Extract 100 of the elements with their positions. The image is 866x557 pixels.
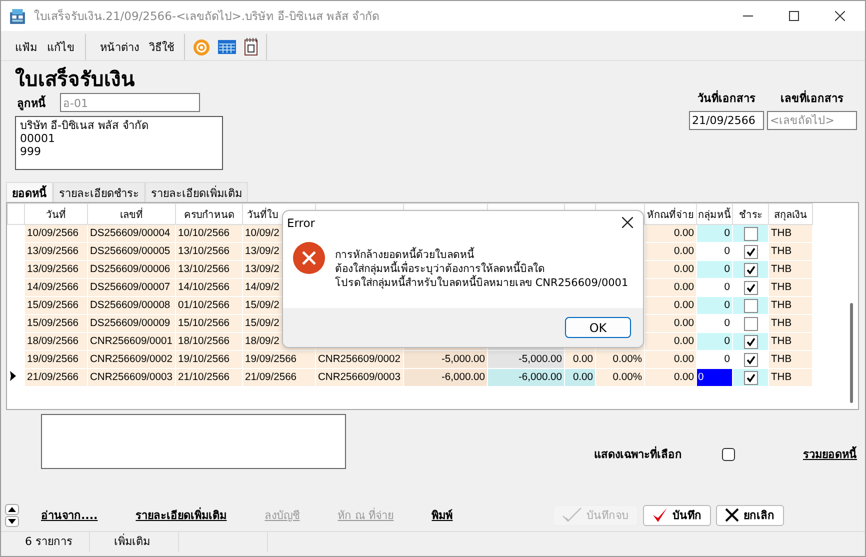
table-cell: 21/09/2566 xyxy=(24,368,88,386)
doc-number-field[interactable]: <เลขถัดไป> xyxy=(767,111,857,130)
table-cell: DS256609/00005 xyxy=(88,242,176,260)
action-button[interactable]: ยกเลิก xyxy=(716,504,784,526)
table-cell: 0.00 xyxy=(644,278,696,296)
table-cell: 0.00% xyxy=(596,350,644,368)
link[interactable]: รายละเอียดเพิ่มเติม xyxy=(136,506,227,524)
table-cell: DS256609/00009 xyxy=(88,314,176,332)
table-cell: 21/09/2566 xyxy=(242,368,316,386)
table-cell: 0.00 xyxy=(644,368,696,386)
table-cell: CNR256609/0002 xyxy=(88,350,176,368)
table-cell: THB xyxy=(768,368,812,386)
tab[interactable]: รายละเอียดชำระ xyxy=(53,182,145,202)
table-cell: THB xyxy=(768,332,812,350)
checkbox[interactable] xyxy=(744,352,758,366)
link[interactable]: พิมพ์ xyxy=(432,506,453,524)
table-cell: 0 xyxy=(696,260,732,278)
menu-item[interactable]: แฟ้ม xyxy=(15,38,37,56)
scroll-down-button[interactable] xyxy=(5,516,19,526)
table-cell: 19/09/2566 xyxy=(242,350,316,368)
table-cell: DS256609/00007 xyxy=(88,278,176,296)
table-cell: THB xyxy=(768,350,812,368)
total-link[interactable]: รวมยอดหนี้ xyxy=(803,445,857,463)
check-icon xyxy=(652,507,668,523)
scroll-up-button[interactable] xyxy=(5,504,19,514)
tab[interactable]: ยอดหนี้ xyxy=(6,182,53,202)
checkbox[interactable] xyxy=(744,316,758,330)
cross-icon xyxy=(724,508,739,522)
table-cell: -6,000.00 xyxy=(404,368,488,386)
maximize-icon[interactable] xyxy=(789,11,799,21)
status-text: เพิ่มเติม xyxy=(90,532,179,552)
memo-field[interactable] xyxy=(41,414,346,469)
table-cell: THB xyxy=(768,224,812,242)
column-header: หักณที่จ่าย xyxy=(644,204,696,224)
error-message: โปรดใส่กลุ่มหนี้สำหรับใบลดหนี้บิลหมายเลข CNR256609/0001 xyxy=(335,276,628,290)
app-icon xyxy=(9,8,26,24)
table-cell: 0.00 xyxy=(644,224,696,242)
table-cell: 13/09/2566 xyxy=(24,242,88,260)
address-line: 00001 xyxy=(20,132,56,145)
table-cell: 0 xyxy=(696,296,732,314)
table-cell: 0 xyxy=(696,224,732,242)
status-text: 6 รายการ xyxy=(1,532,90,552)
table-cell: 19/09/2566 xyxy=(24,350,88,368)
table-cell: CNR256609/0003 xyxy=(316,368,404,386)
table-cell: DS256609/00006 xyxy=(88,260,176,278)
address-field[interactable]: บริษัท อี-บิซิเนส พลัส จำกัด 00001 999 xyxy=(15,116,223,170)
table-cell: 18/09/2566 xyxy=(24,332,88,350)
table-cell: -5,000.00 xyxy=(404,350,488,368)
error-message: การหักล้างยอดหนี้ด้วยใบลดหนี้ xyxy=(335,248,474,262)
checkbox[interactable] xyxy=(744,226,758,240)
debtor-field[interactable]: อ-01 xyxy=(60,93,200,112)
link[interactable]: อ่านจาก.... xyxy=(41,506,98,524)
menu-item[interactable]: วิธีใช้ xyxy=(149,38,174,56)
column-header: ครบกำหนด xyxy=(176,204,242,224)
table-cell: 15/09/2566 xyxy=(24,314,88,332)
close-icon[interactable] xyxy=(622,217,633,228)
tab[interactable]: รายละเอียดเพิ่มเติม xyxy=(145,182,248,202)
table-cell: CNR256609/0001 xyxy=(88,332,176,350)
checkbox[interactable] xyxy=(744,334,758,348)
menu-item[interactable]: หน้าต่าง xyxy=(100,38,139,56)
checkbox[interactable] xyxy=(744,280,758,294)
table-cell: 21/10/2566 xyxy=(176,368,242,386)
doc-number-label: เลขที่เอกสาร xyxy=(780,89,844,107)
action-button[interactable]: บันทึก xyxy=(642,504,711,526)
table-cell: THB xyxy=(768,242,812,260)
table-cell: 0.00 xyxy=(644,314,696,332)
table-cell: 0 xyxy=(696,332,732,350)
form-title: ใบเสร็จรับเงิน xyxy=(15,67,136,91)
edit-cell[interactable]: 0 xyxy=(696,368,732,386)
table-cell: 13/10/2566 xyxy=(176,260,242,278)
checkbox[interactable] xyxy=(744,298,758,312)
ok-button[interactable]: OK xyxy=(565,317,631,338)
table-cell: -6,000.00 xyxy=(488,368,564,386)
menu-item[interactable]: แก้ไข xyxy=(47,38,75,56)
table-cell: -5,000.00 xyxy=(488,350,564,368)
column-header: ชำระ xyxy=(732,204,768,224)
debtor-label: ลูกหนี้ xyxy=(17,94,46,112)
table-cell: THB xyxy=(768,278,812,296)
column-header: สกุลเงิน xyxy=(768,204,812,224)
column-header: วันที่ xyxy=(24,204,88,224)
checkbox[interactable] xyxy=(722,448,735,460)
table-cell: 18/10/2566 xyxy=(176,332,242,350)
table-cell: 0.00% xyxy=(596,368,644,386)
table-cell: 01/10/2566 xyxy=(176,296,242,314)
caret-down-icon xyxy=(8,518,16,524)
table-cell: DS256609/00008 xyxy=(88,296,176,314)
notepad-icon[interactable] xyxy=(244,38,258,56)
table-cell: 10/09/2566 xyxy=(24,224,88,242)
table-cell: THB xyxy=(768,296,812,314)
address-line: 999 xyxy=(20,145,42,158)
doc-date-field[interactable]: 21/09/2566 xyxy=(689,111,764,130)
close-icon[interactable] xyxy=(835,11,845,21)
table-cell: 10/10/2566 xyxy=(176,224,242,242)
checkbox[interactable] xyxy=(744,262,758,276)
table-icon[interactable] xyxy=(218,40,236,54)
scrollbar[interactable] xyxy=(850,303,853,403)
column-header: กลุ่มหนี้ xyxy=(696,204,732,224)
checkbox[interactable] xyxy=(744,370,758,384)
checkbox[interactable] xyxy=(744,244,758,258)
doc-date-label: วันที่เอกสาร xyxy=(696,89,756,107)
